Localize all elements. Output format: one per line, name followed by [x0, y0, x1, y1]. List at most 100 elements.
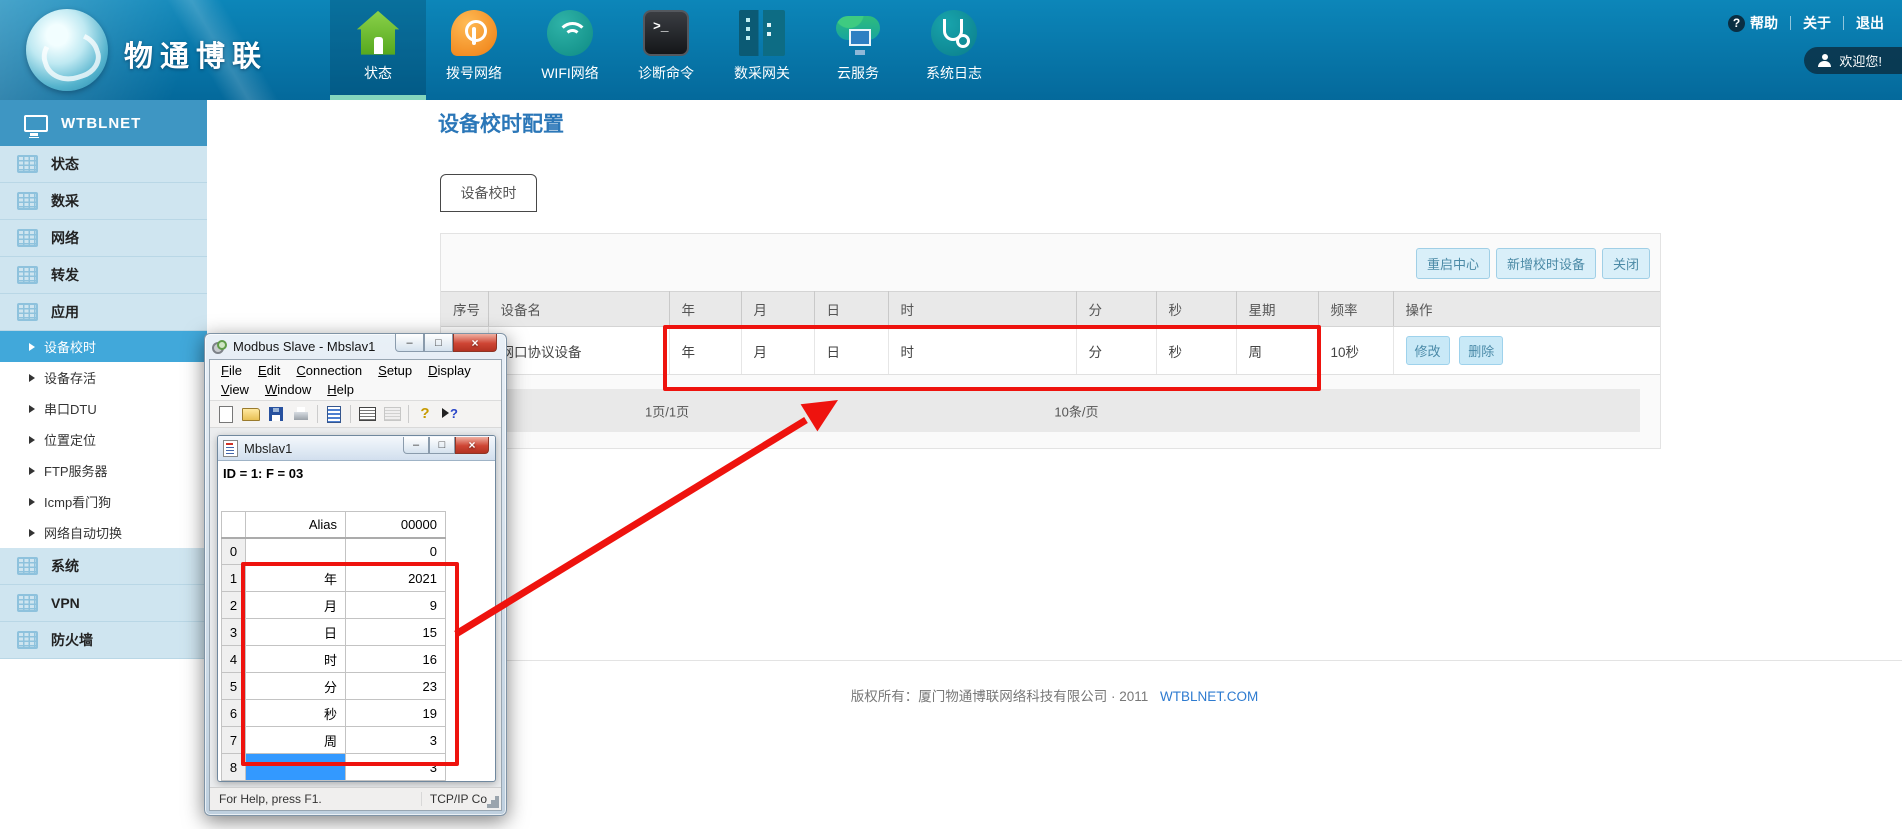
toolbar-button[interactable] — [215, 404, 237, 424]
sidebar-submenu-item[interactable]: FTP服务器 — [0, 455, 207, 486]
help-link[interactable]: ? 帮助 — [1728, 13, 1778, 33]
toolbar-button[interactable] — [414, 404, 436, 424]
child-maximize-button[interactable]: □ — [429, 437, 455, 454]
alias-cell[interactable]: 分 — [246, 673, 346, 700]
restart-center-button[interactable]: 重启中心 — [1416, 248, 1490, 279]
maximize-button[interactable]: □ — [424, 334, 453, 352]
new-file-icon — [219, 406, 233, 423]
value-cell[interactable]: 3 — [346, 727, 446, 754]
sidebar-submenu-item[interactable]: Icmp看门狗 — [0, 486, 207, 517]
arrow-right-icon — [29, 374, 35, 382]
value-cell[interactable]: 2021 — [346, 565, 446, 592]
modbus-toolbar — [210, 401, 501, 428]
nav-item[interactable]: 数采网关 — [714, 0, 810, 100]
home-icon — [355, 10, 401, 56]
sidebar-submenu-item[interactable]: 串口DTU — [0, 393, 207, 424]
window-controls: – □ × — [395, 334, 497, 352]
column-header: 操作 — [1393, 292, 1660, 327]
value-cell[interactable]: 0 — [346, 538, 446, 565]
menu-item[interactable]: File — [213, 361, 250, 380]
register-row: 2 月 9 — [222, 592, 446, 619]
minimize-button[interactable]: – — [395, 334, 424, 352]
sidebar-submenu-item[interactable]: 位置定位 — [0, 424, 207, 455]
toolbar-button[interactable] — [265, 404, 287, 424]
nav-item[interactable]: 云服务 — [810, 0, 906, 100]
column-header: 月 — [741, 292, 814, 327]
sidebar-group-item[interactable]: 网络 — [0, 220, 207, 257]
menu-item[interactable]: Window — [257, 380, 319, 399]
menu-item[interactable]: Connection — [288, 361, 370, 380]
close-window-button[interactable]: × — [453, 334, 497, 352]
add-timing-device-button[interactable]: 新增校时设备 — [1496, 248, 1596, 279]
toolbar-button[interactable] — [439, 404, 461, 424]
footer-link[interactable]: WTBLNET.COM — [1160, 689, 1258, 704]
value-cell[interactable]: 3 — [346, 754, 446, 781]
modbus-window-title: Modbus Slave - Mbslav1 — [233, 339, 375, 354]
system-log-icon — [931, 10, 977, 56]
menu-item[interactable]: Setup — [370, 361, 420, 380]
sidebar-submenu-item[interactable]: 设备存活 — [0, 362, 207, 393]
status-connection-text: TCP/IP Co — [421, 792, 487, 806]
value-cell[interactable]: 23 — [346, 673, 446, 700]
value-cell[interactable]: 9 — [346, 592, 446, 619]
column-header: 秒 — [1156, 292, 1236, 327]
sidebar-group-item[interactable]: VPN — [0, 585, 207, 622]
alias-cell[interactable]: 日 — [246, 619, 346, 646]
column-header: 设备名 — [488, 292, 669, 327]
grid-icon — [17, 557, 38, 575]
toolbar-button[interactable] — [356, 404, 378, 424]
nav-item[interactable]: 状态 — [330, 0, 426, 100]
nav-item[interactable]: 系统日志 — [906, 0, 1002, 100]
sidebar-submenu-item[interactable]: 网络自动切换 — [0, 517, 207, 548]
sidebar-group-item[interactable]: 转发 — [0, 257, 207, 294]
value-cell[interactable]: 19 — [346, 700, 446, 727]
mbslav1-child-window[interactable]: Mbslav1 – □ × ID = 1: F = 03 Alias — [217, 435, 496, 782]
value-cell[interactable]: 15 — [346, 619, 446, 646]
modbus-slave-window[interactable]: Modbus Slave - Mbslav1 – □ × FileEditCon… — [204, 333, 507, 816]
alias-cell[interactable]: 秒 — [246, 700, 346, 727]
sidebar-group-item[interactable]: 数采 — [0, 183, 207, 220]
column-header: 星期 — [1236, 292, 1318, 327]
sidebar-group-item[interactable]: 防火墙 — [0, 622, 207, 659]
modbus-client-area: Mbslav1 – □ × ID = 1: F = 03 Alias — [210, 428, 501, 787]
value-cell[interactable]: 16 — [346, 646, 446, 673]
child-minimize-button[interactable]: – — [403, 437, 429, 454]
toolbar-button[interactable] — [323, 404, 345, 424]
menu-item[interactable]: Help — [319, 380, 362, 399]
tab-device-timing[interactable]: 设备校时 — [440, 174, 537, 212]
divider — [1843, 16, 1844, 30]
modbus-statusbar: For Help, press F1. TCP/IP Co — [210, 787, 501, 810]
about-link[interactable]: 关于 — [1803, 13, 1831, 33]
sidebar-group-item[interactable]: 应用 — [0, 294, 207, 331]
nav-item[interactable]: 诊断命令 — [618, 0, 714, 100]
sidebar-submenu-item[interactable]: 设备校时 — [0, 331, 207, 362]
resize-grip-icon[interactable] — [495, 796, 499, 800]
toolbar-button[interactable] — [290, 404, 312, 424]
toolbar-button[interactable] — [240, 404, 262, 424]
alias-cell[interactable]: 月 — [246, 592, 346, 619]
nav-item[interactable]: WIFI网络 — [522, 0, 618, 100]
cell-day: 日 — [814, 327, 888, 375]
sidebar-header: WTBLNET — [0, 100, 207, 146]
menu-item[interactable]: View — [213, 380, 257, 399]
menu-item[interactable]: Display — [420, 361, 479, 380]
close-button[interactable]: 关闭 — [1602, 248, 1650, 279]
alias-cell[interactable] — [246, 754, 346, 781]
alias-cell[interactable] — [246, 538, 346, 565]
alias-cell[interactable]: 时 — [246, 646, 346, 673]
sidebar-group-item[interactable]: 系统 — [0, 548, 207, 585]
alias-cell[interactable]: 周 — [246, 727, 346, 754]
menu-item[interactable]: Edit — [250, 361, 288, 380]
alias-cell[interactable]: 年 — [246, 565, 346, 592]
arrow-right-icon — [29, 529, 35, 537]
register-row: 7 周 3 — [222, 727, 446, 754]
grid-header-row: Alias 00000 — [222, 512, 446, 538]
sidebar-group-item[interactable]: 状态 — [0, 146, 207, 183]
logout-link[interactable]: 退出 — [1856, 13, 1884, 33]
child-close-button[interactable]: × — [455, 437, 489, 454]
nav-item[interactable]: 拨号网络 — [426, 0, 522, 100]
display-traffic-disabled-icon — [384, 407, 401, 421]
delete-button[interactable]: 删除 — [1459, 336, 1503, 365]
edit-button[interactable]: 修改 — [1406, 336, 1450, 365]
toolbar-button[interactable] — [381, 404, 403, 424]
